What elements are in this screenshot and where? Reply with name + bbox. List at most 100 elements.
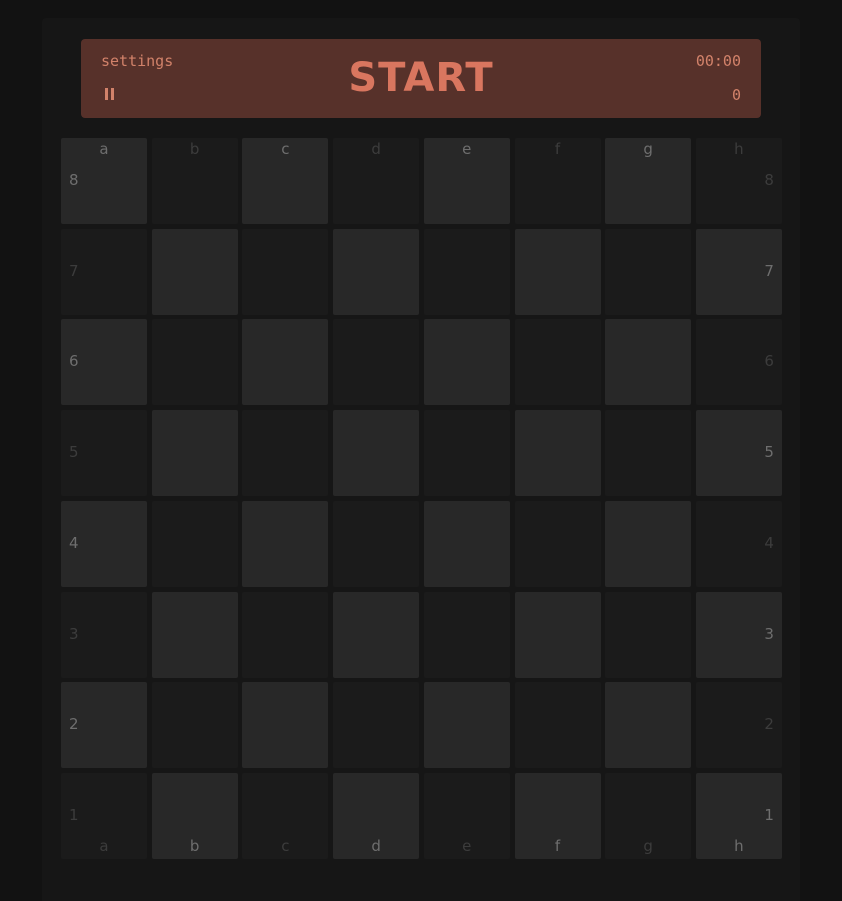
- chessboard: 8abcdefg8h7766554433221abcdefg1h: [61, 138, 782, 859]
- square-g8[interactable]: g: [605, 138, 692, 224]
- square-c6[interactable]: [242, 319, 329, 406]
- square-g3[interactable]: [605, 591, 692, 678]
- square-c4[interactable]: [242, 500, 329, 587]
- square-b1[interactable]: b: [151, 772, 238, 859]
- file-label-top: a: [99, 140, 109, 158]
- square-b7[interactable]: [151, 228, 238, 315]
- file-label-top: d: [371, 140, 381, 158]
- file-label-bottom: b: [189, 836, 200, 855]
- rank-label-right: 5: [764, 443, 774, 462]
- rank-label-right: 6: [764, 352, 774, 371]
- square-a1[interactable]: 1a: [61, 772, 147, 859]
- file-label-top: b: [189, 140, 200, 158]
- square-e7[interactable]: [423, 228, 510, 315]
- square-f1[interactable]: f: [514, 772, 601, 859]
- square-b5[interactable]: [151, 410, 238, 497]
- file-label-bottom: a: [99, 836, 109, 855]
- square-a8[interactable]: 8a: [61, 138, 147, 224]
- square-h5[interactable]: 5: [695, 410, 782, 497]
- square-d3[interactable]: [333, 591, 420, 678]
- square-f2[interactable]: [514, 682, 601, 769]
- file-label-top: h: [734, 140, 744, 158]
- square-c1[interactable]: c: [242, 772, 329, 859]
- rank-label-right: 1: [764, 805, 774, 824]
- rank-label-left: 7: [69, 261, 79, 280]
- square-d8[interactable]: d: [333, 138, 420, 224]
- rank-label-left: 4: [69, 533, 79, 552]
- square-f3[interactable]: [514, 591, 601, 678]
- square-c7[interactable]: [242, 228, 329, 315]
- square-c8[interactable]: c: [242, 138, 329, 224]
- square-h3[interactable]: 3: [695, 591, 782, 678]
- file-label-bottom: e: [462, 836, 472, 855]
- rank-label-right: 8: [764, 171, 774, 189]
- square-d4[interactable]: [333, 500, 420, 587]
- square-a3[interactable]: 3: [61, 591, 147, 678]
- square-g7[interactable]: [605, 228, 692, 315]
- square-f6[interactable]: [514, 319, 601, 406]
- rank-label-right: 7: [764, 261, 774, 280]
- square-h6[interactable]: 6: [695, 319, 782, 406]
- file-label-top: g: [643, 140, 653, 158]
- start-button[interactable]: START: [81, 54, 761, 102]
- square-h7[interactable]: 7: [695, 228, 782, 315]
- file-label-top: e: [462, 140, 472, 158]
- square-c5[interactable]: [242, 410, 329, 497]
- square-d5[interactable]: [333, 410, 420, 497]
- square-e5[interactable]: [423, 410, 510, 497]
- move-counter: 0: [731, 86, 741, 104]
- square-g6[interactable]: [605, 319, 692, 406]
- square-b3[interactable]: [151, 591, 238, 678]
- square-h8[interactable]: 8h: [695, 138, 782, 224]
- square-b2[interactable]: [151, 682, 238, 769]
- file-label-top: c: [281, 140, 290, 158]
- square-e6[interactable]: [423, 319, 510, 406]
- square-f7[interactable]: [514, 228, 601, 315]
- square-e1[interactable]: e: [423, 772, 510, 859]
- square-a6[interactable]: 6: [61, 319, 147, 406]
- square-h2[interactable]: 2: [695, 682, 782, 769]
- rank-label-left: 2: [69, 715, 79, 734]
- square-f4[interactable]: [514, 500, 601, 587]
- square-f8[interactable]: f: [514, 138, 601, 224]
- file-label-bottom: g: [643, 836, 653, 855]
- file-label-bottom: c: [281, 836, 290, 855]
- square-c2[interactable]: [242, 682, 329, 769]
- file-label-bottom: f: [554, 836, 561, 855]
- square-a2[interactable]: 2: [61, 682, 147, 769]
- rank-label-left: 8: [69, 171, 79, 189]
- rank-label-right: 4: [764, 533, 774, 552]
- square-d1[interactable]: d: [333, 772, 420, 859]
- square-e3[interactable]: [423, 591, 510, 678]
- rank-label-left: 3: [69, 624, 79, 643]
- square-d7[interactable]: [333, 228, 420, 315]
- square-c3[interactable]: [242, 591, 329, 678]
- square-e4[interactable]: [423, 500, 510, 587]
- square-b4[interactable]: [151, 500, 238, 587]
- square-b8[interactable]: b: [151, 138, 238, 224]
- timer-display: 00:00: [695, 52, 741, 70]
- rank-label-right: 2: [764, 715, 774, 734]
- square-g4[interactable]: [605, 500, 692, 587]
- square-f5[interactable]: [514, 410, 601, 497]
- file-label-bottom: d: [371, 836, 381, 855]
- square-d2[interactable]: [333, 682, 420, 769]
- file-label-top: f: [554, 140, 561, 158]
- rank-label-left: 6: [69, 352, 79, 371]
- square-g2[interactable]: [605, 682, 692, 769]
- square-e2[interactable]: [423, 682, 510, 769]
- square-b6[interactable]: [151, 319, 238, 406]
- square-g5[interactable]: [605, 410, 692, 497]
- square-d6[interactable]: [333, 319, 420, 406]
- square-h1[interactable]: 1h: [695, 772, 782, 859]
- rank-label-right: 3: [764, 624, 774, 643]
- square-g1[interactable]: g: [605, 772, 692, 859]
- square-a4[interactable]: 4: [61, 500, 147, 587]
- square-h4[interactable]: 4: [695, 500, 782, 587]
- square-a7[interactable]: 7: [61, 228, 147, 315]
- file-label-bottom: h: [734, 836, 744, 855]
- rank-label-left: 1: [69, 805, 79, 824]
- game-header: settings START 00:00 0: [81, 39, 761, 118]
- square-a5[interactable]: 5: [61, 410, 147, 497]
- square-e8[interactable]: e: [423, 138, 510, 224]
